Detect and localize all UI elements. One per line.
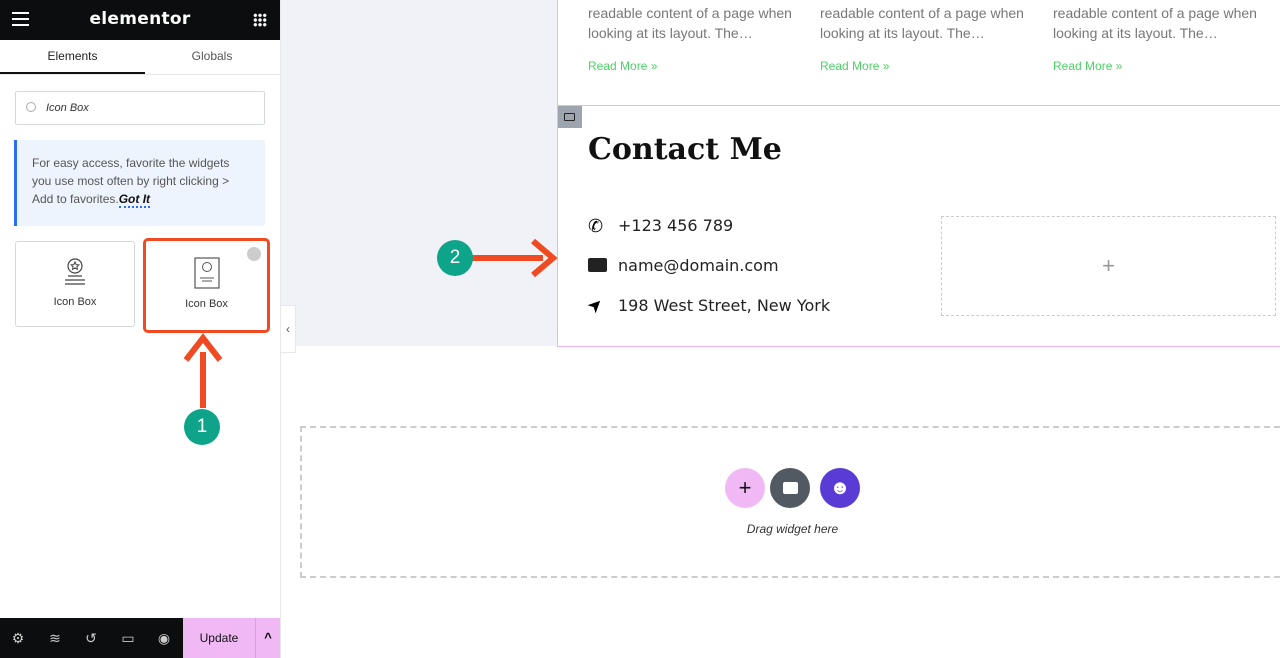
annotation-badge-2: 2: [437, 240, 473, 276]
annotation-arrows: [183, 238, 558, 408]
annotation-badge-1: 1: [184, 409, 220, 445]
annotation-arrow-up: [183, 333, 223, 408]
annotation-arrow-right: [470, 238, 558, 278]
collapse-panel-chevron-left-icon[interactable]: ‹: [281, 305, 296, 353]
